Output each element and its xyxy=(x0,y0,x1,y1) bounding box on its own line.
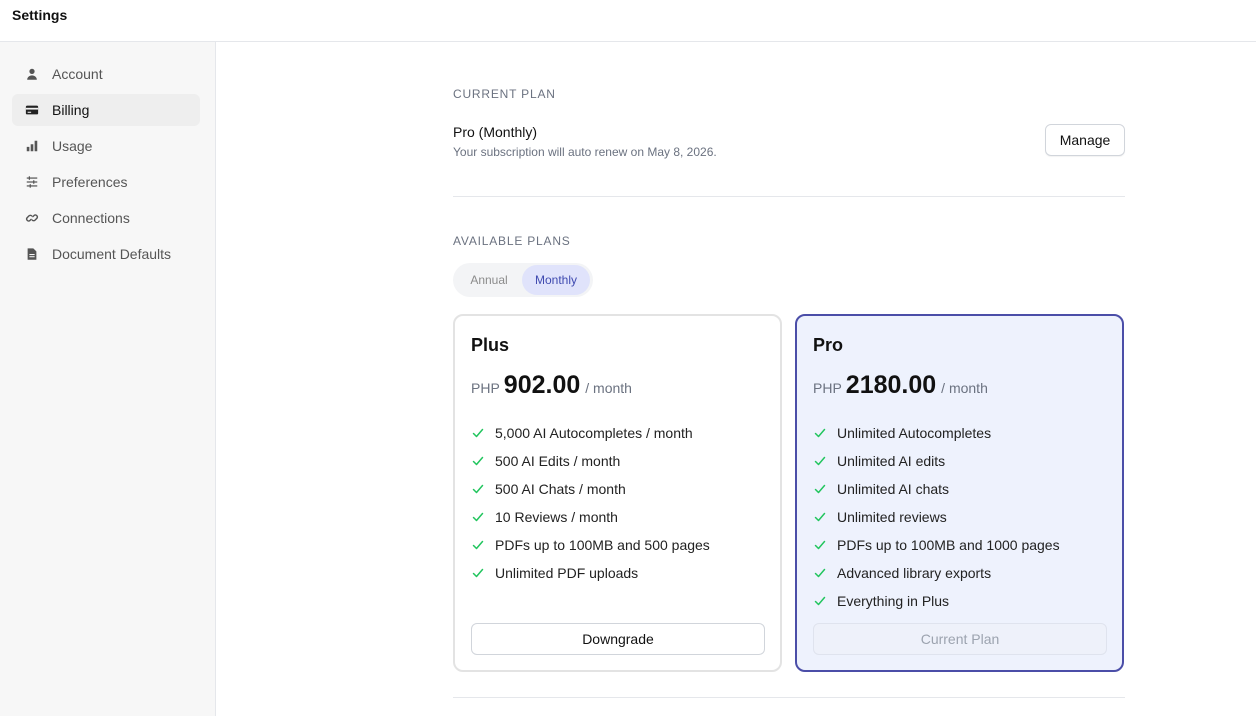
feature-item: 500 AI Chats / month xyxy=(471,475,710,503)
bar-chart-icon xyxy=(24,138,40,154)
sidebar-item-billing[interactable]: Billing xyxy=(12,94,200,126)
check-icon xyxy=(813,538,827,552)
check-icon xyxy=(471,482,485,496)
feature-item: PDFs up to 100MB and 1000 pages xyxy=(813,531,1060,559)
feature-item: 5,000 AI Autocompletes / month xyxy=(471,419,710,447)
sidebar-item-document-defaults[interactable]: Document Defaults xyxy=(12,238,200,270)
price-currency: PHP xyxy=(813,380,842,396)
check-icon xyxy=(471,426,485,440)
price-amount: 2180.00 xyxy=(845,371,937,399)
downgrade-button[interactable]: Downgrade xyxy=(471,623,765,655)
sidebar-item-account[interactable]: Account xyxy=(12,58,200,90)
check-icon xyxy=(813,510,827,524)
manage-button[interactable]: Manage xyxy=(1045,124,1125,156)
renewal-notice: Your subscription will auto renew on May… xyxy=(453,145,717,159)
feature-item: Unlimited PDF uploads xyxy=(471,559,710,587)
price-currency: PHP xyxy=(471,380,500,396)
feature-text: 10 Reviews / month xyxy=(495,509,618,525)
sidebar-item-usage[interactable]: Usage xyxy=(12,130,200,162)
price-period: / month xyxy=(941,380,988,396)
toggle-monthly[interactable]: Monthly xyxy=(522,265,590,295)
current-plan-button: Current Plan xyxy=(813,623,1107,655)
price-amount: 902.00 xyxy=(503,371,581,399)
check-icon xyxy=(813,482,827,496)
sidebar-item-preferences[interactable]: Preferences xyxy=(12,166,200,198)
feature-item: Unlimited AI edits xyxy=(813,447,1060,475)
feature-text: 500 AI Edits / month xyxy=(495,453,621,469)
sidebar-item-label: Preferences xyxy=(52,174,128,190)
toggle-annual[interactable]: Annual xyxy=(457,265,521,295)
sidebar-item-label: Connections xyxy=(52,210,130,226)
top-bar: Settings xyxy=(0,0,1256,42)
feature-list: 5,000 AI Autocompletes / month 500 AI Ed… xyxy=(471,419,710,587)
plan-price: PHP 902.00 / month xyxy=(471,371,632,400)
price-period: / month xyxy=(585,380,632,396)
person-icon xyxy=(24,66,40,82)
feature-item: Advanced library exports xyxy=(813,559,1060,587)
credit-card-icon xyxy=(24,102,40,118)
plan-card-pro: Pro PHP 2180.00 / month Unlimited Autoco… xyxy=(795,314,1124,672)
document-icon xyxy=(24,246,40,262)
billing-period-toggle: Annual Monthly xyxy=(453,263,593,297)
sidebar-item-label: Document Defaults xyxy=(52,246,172,262)
feature-text: 5,000 AI Autocompletes / month xyxy=(495,425,693,441)
section-divider xyxy=(453,196,1125,197)
sidebar-item-connections[interactable]: Connections xyxy=(12,202,200,234)
link-icon xyxy=(24,210,40,226)
feature-text: Unlimited AI chats xyxy=(837,481,950,497)
feature-text: Unlimited PDF uploads xyxy=(495,565,639,581)
check-icon xyxy=(471,454,485,468)
feature-text: 500 AI Chats / month xyxy=(495,481,626,497)
feature-text: Everything in Plus xyxy=(837,593,950,609)
feature-item: Unlimited AI chats xyxy=(813,475,1060,503)
billing-panel: CURRENT PLAN Pro (Monthly) Your subscrip… xyxy=(216,42,1256,716)
sliders-icon xyxy=(24,174,40,190)
current-plan-heading: CURRENT PLAN xyxy=(453,87,556,101)
feature-text: Unlimited reviews xyxy=(837,509,947,525)
feature-text: PDFs up to 100MB and 500 pages xyxy=(495,537,710,553)
feature-item: Everything in Plus xyxy=(813,587,1060,615)
section-divider xyxy=(453,697,1125,698)
check-icon xyxy=(813,454,827,468)
feature-list: Unlimited Autocompletes Unlimited AI edi… xyxy=(813,419,1060,615)
current-plan-name: Pro (Monthly) xyxy=(453,124,538,140)
available-plans-heading: AVAILABLE PLANS xyxy=(453,234,571,248)
page-title: Settings xyxy=(12,7,68,23)
sidebar-item-label: Usage xyxy=(52,138,93,154)
check-icon xyxy=(471,566,485,580)
check-icon xyxy=(471,538,485,552)
feature-text: Unlimited AI edits xyxy=(837,453,946,469)
feature-text: Unlimited Autocompletes xyxy=(837,425,992,441)
sidebar-item-label: Billing xyxy=(52,102,90,118)
feature-item: Unlimited reviews xyxy=(813,503,1060,531)
check-icon xyxy=(813,566,827,580)
plan-name: Pro xyxy=(813,335,844,355)
sidebar-item-label: Account xyxy=(52,66,103,82)
feature-item: PDFs up to 100MB and 500 pages xyxy=(471,531,710,559)
feature-text: Advanced library exports xyxy=(837,565,992,581)
check-icon xyxy=(813,594,827,608)
feature-item: 10 Reviews / month xyxy=(471,503,710,531)
plan-card-plus: Plus PHP 902.00 / month 5,000 AI Autocom… xyxy=(453,314,782,672)
feature-item: 500 AI Edits / month xyxy=(471,447,710,475)
sidebar: Account Billing Usage Preferences Connec… xyxy=(0,42,216,716)
check-icon xyxy=(471,510,485,524)
feature-text: PDFs up to 100MB and 1000 pages xyxy=(837,537,1060,553)
check-icon xyxy=(813,426,827,440)
plan-name: Plus xyxy=(471,335,510,355)
plan-price: PHP 2180.00 / month xyxy=(813,371,988,400)
feature-item: Unlimited Autocompletes xyxy=(813,419,1060,447)
